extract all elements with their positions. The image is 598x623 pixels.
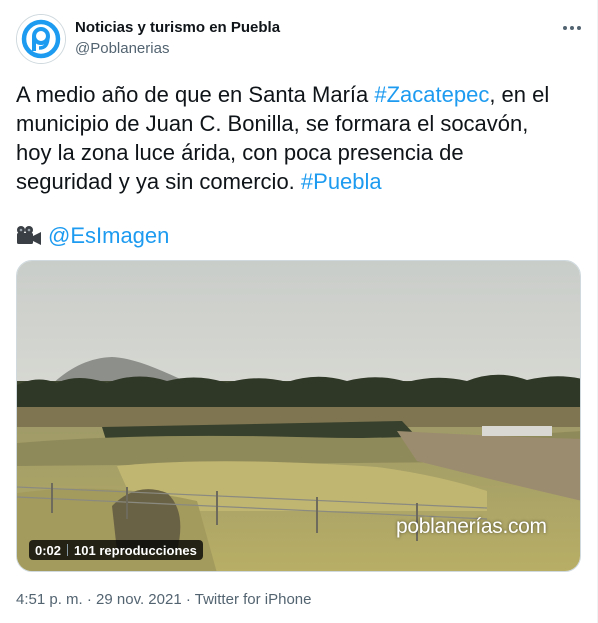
hashtag-link-puebla[interactable]: #Puebla: [301, 169, 382, 194]
poblanerias-logo-icon: [17, 15, 65, 63]
tweet-meta: 4:51 p. m. · 29 nov. 2021 · Twitter for …: [16, 591, 312, 608]
mention-link-esimagen[interactable]: @EsImagen: [48, 223, 169, 248]
tweet-text-line: municipio de Juan C. Bonilla, se formara…: [16, 111, 529, 136]
tweet-text: A medio año de que en Santa María #Zacat…: [16, 80, 581, 196]
video-watermark: poblanerías.com: [396, 515, 547, 538]
video-player[interactable]: poblanerías.com 0:02 101 reproducciones: [16, 260, 581, 572]
tweet-time[interactable]: 4:51 p. m.: [16, 591, 83, 608]
more-horizontal-icon: [563, 26, 567, 30]
tweet-date[interactable]: 29 nov. 2021: [96, 591, 182, 608]
video-views: 101 reproducciones: [74, 542, 197, 558]
video-info-badge: 0:02 101 reproducciones: [29, 540, 203, 560]
tweet-text-line: seguridad y ya sin comercio. #Puebla: [16, 169, 382, 194]
tweet-text-line: hoy la zona luce árida, con poca presenc…: [16, 140, 464, 165]
video-credit: @EsImagen: [16, 221, 169, 250]
tweet-source: Twitter for iPhone: [194, 591, 312, 608]
author-name[interactable]: Noticias y turismo en Puebla: [75, 19, 280, 36]
tweet-text-line: A medio año de que en Santa María #Zacat…: [16, 82, 550, 107]
author-handle[interactable]: @Poblanerias: [75, 40, 169, 57]
video-time: 0:02: [35, 542, 62, 558]
more-options-button[interactable]: [560, 18, 584, 38]
hashtag-link-zacatepec[interactable]: #Zacatepec: [374, 82, 489, 107]
author-avatar[interactable]: [16, 14, 66, 64]
movie-camera-icon: [17, 226, 41, 245]
